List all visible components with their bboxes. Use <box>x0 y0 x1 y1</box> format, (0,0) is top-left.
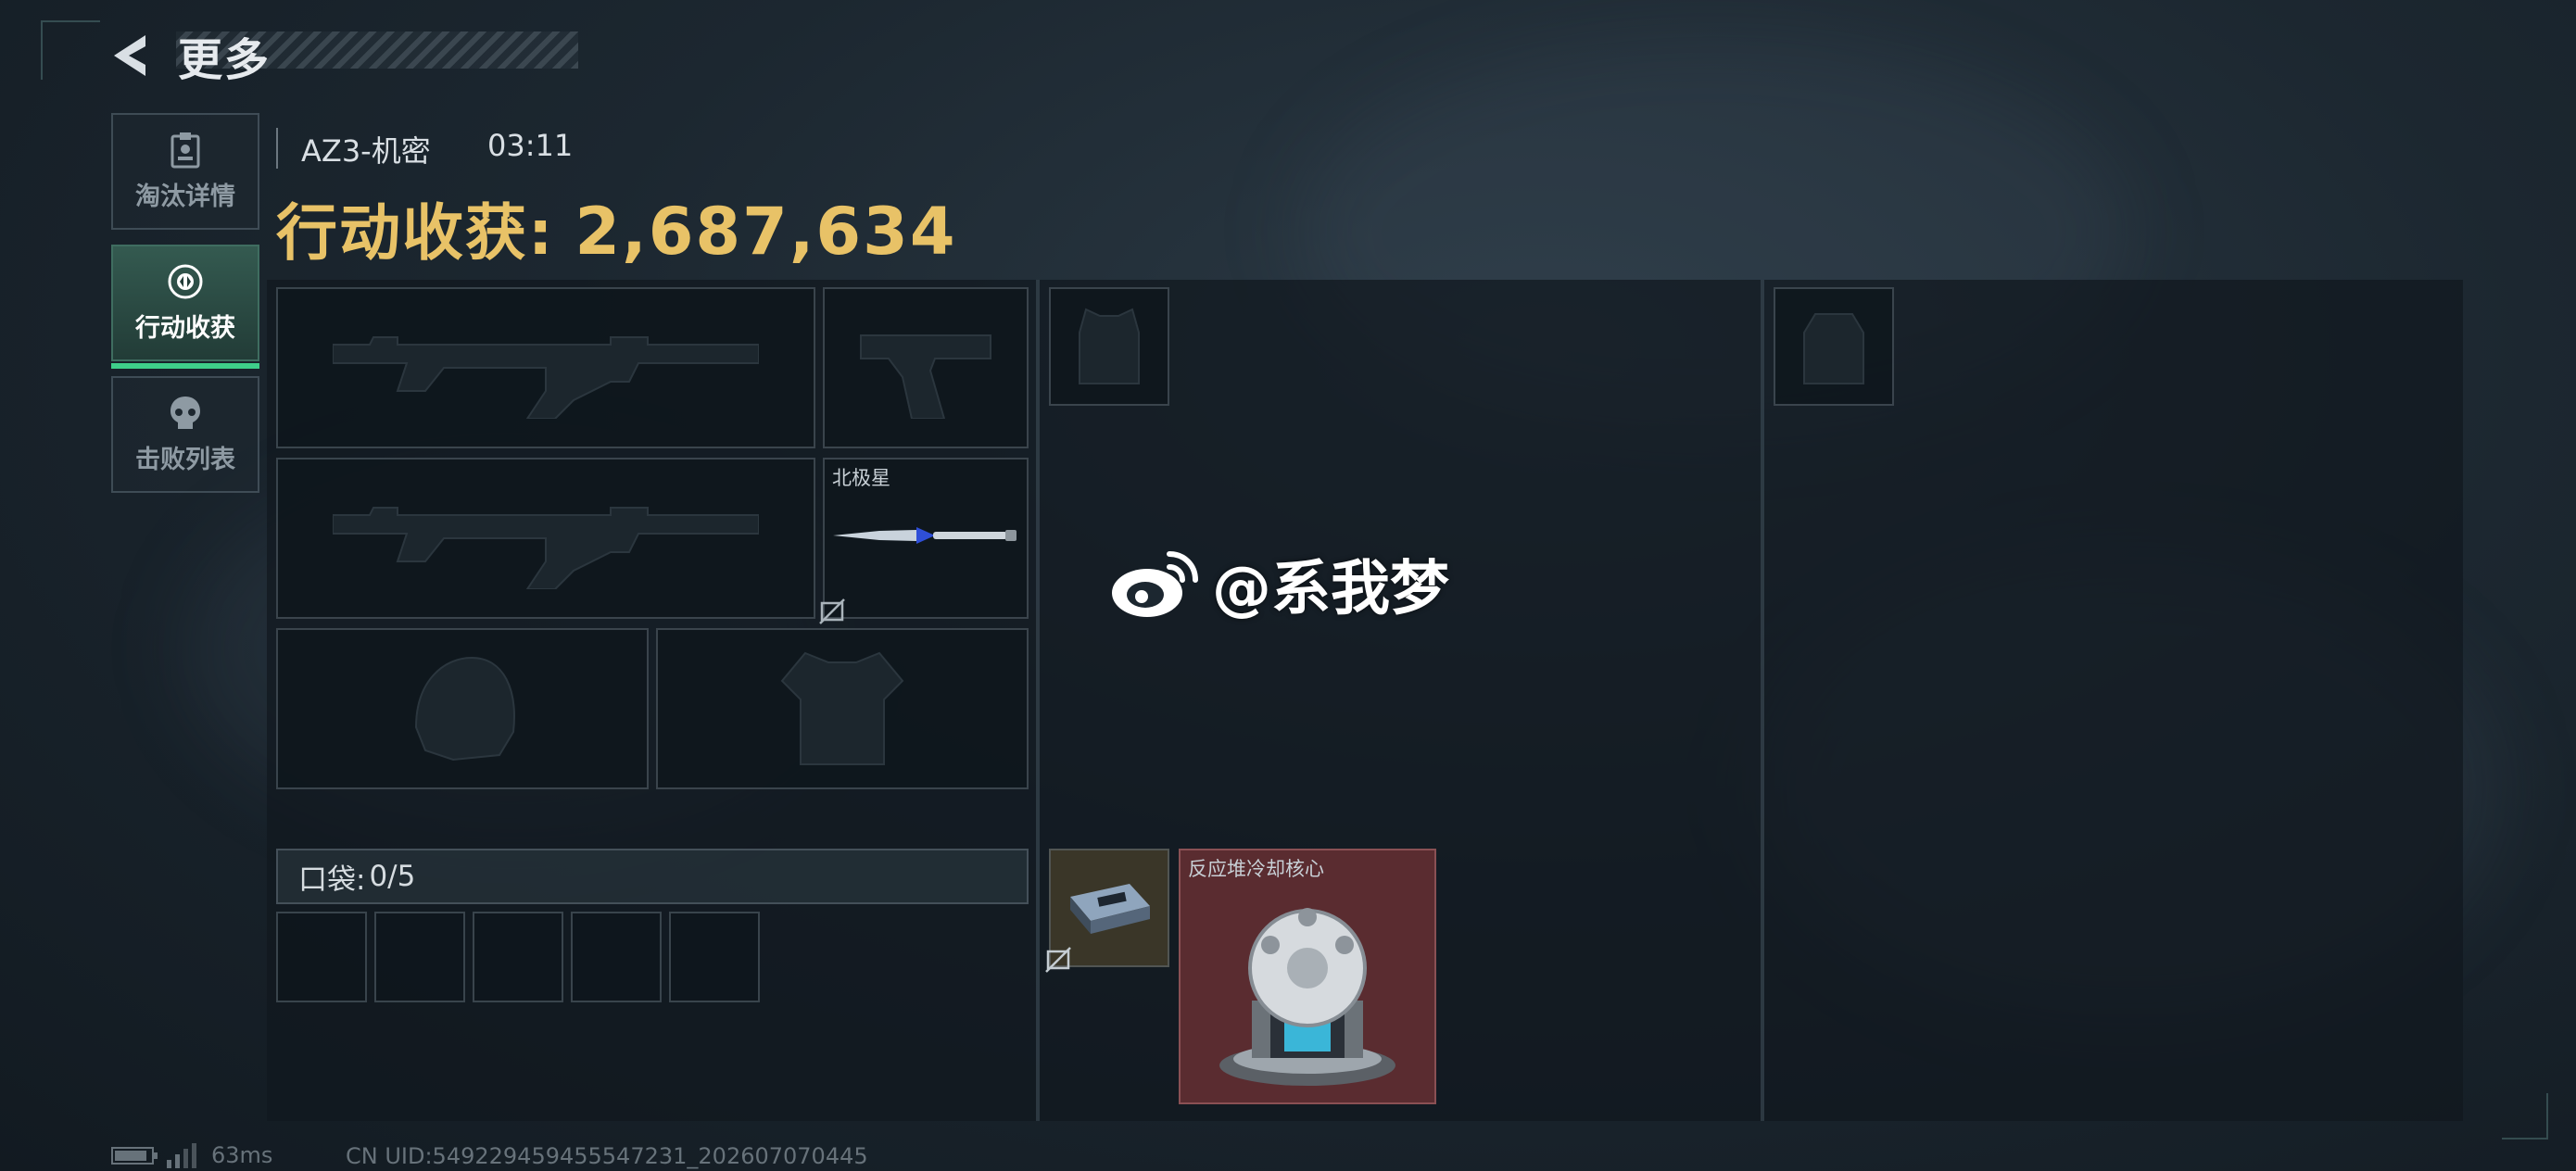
match-time: 03:11 <box>487 128 574 163</box>
backpack-slot[interactable] <box>1774 287 1894 406</box>
tab-label: 淘汰详情 <box>135 182 235 211</box>
primary-weapon-slot-2[interactable] <box>276 458 815 619</box>
pocket-slot[interactable] <box>669 912 760 1002</box>
item-name: 反应堆冷却核心 <box>1188 858 1324 880</box>
divider <box>276 128 278 169</box>
melee-slot[interactable]: 北极星 <box>819 458 1029 624</box>
active-tab-indicator <box>111 363 259 369</box>
primary-weapon-slot-1[interactable] <box>276 287 815 448</box>
assault-rifle-icon <box>333 507 759 589</box>
tab-elimination-details[interactable]: 淘汰详情 <box>111 113 259 230</box>
melee-name: 北极星 <box>832 467 890 489</box>
pocket-header: 口袋: 0/5 <box>276 849 1029 904</box>
user-uid: CN UID:5492294594555472​31_202607070445 <box>346 1143 868 1169</box>
tab-label: 击败列表 <box>135 445 235 474</box>
pocket-count: 0/5 <box>369 860 416 893</box>
chest-rig-slot[interactable] <box>1049 287 1169 406</box>
pocket-slot[interactable] <box>276 912 367 1002</box>
loot-summary: 行动收获: 2,687,634 <box>276 183 957 272</box>
loot-label: 行动收获: <box>276 197 555 269</box>
assault-rifle-icon <box>333 336 759 419</box>
item-reactor-core[interactable]: 反应堆冷却核心 <box>1179 849 1436 1104</box>
pocket-slot[interactable] <box>374 912 465 1002</box>
body-armor-slot[interactable] <box>656 628 1029 789</box>
corner-decoration <box>2502 1093 2548 1140</box>
battery-icon <box>111 1147 158 1165</box>
back-arrow-icon[interactable] <box>102 23 158 88</box>
signal-icon <box>167 1143 196 1168</box>
tab-label: 行动收获 <box>135 313 235 343</box>
watermark-text: @系我梦 <box>1212 555 1449 623</box>
skull-icon <box>170 396 200 429</box>
weibo-icon <box>1112 551 1198 617</box>
pocket-slot[interactable] <box>473 912 563 1002</box>
reactor-core-icon <box>1219 908 1395 1087</box>
page-title: 更多 <box>178 34 271 86</box>
helmet-slot[interactable] <box>276 628 649 789</box>
status-bar: 63ms <box>111 1141 272 1169</box>
body-armor-icon <box>780 651 904 765</box>
corner-decoration <box>41 20 100 80</box>
badge-icon <box>170 132 200 168</box>
knife-icon <box>833 526 1017 544</box>
ping-value: 63ms <box>211 1142 273 1168</box>
pistol-icon <box>860 334 991 419</box>
map-name: AZ3-机密 <box>301 133 431 169</box>
pocket-label: 口袋: <box>298 863 366 897</box>
item-ammo-box[interactable] <box>1045 849 1169 973</box>
pistol-slot[interactable] <box>823 287 1029 448</box>
watermark: @系我梦 <box>1108 541 1449 626</box>
tab-defeat-list[interactable]: 击败列表 <box>111 376 259 493</box>
harvest-icon <box>168 264 203 298</box>
tab-action-harvest[interactable]: 行动收获 <box>111 245 259 369</box>
ammo-box-icon <box>1070 884 1150 934</box>
pocket-slot[interactable] <box>571 912 662 1002</box>
loot-value: 2,687,634 <box>575 194 957 270</box>
chest-rig-icon <box>1079 308 1140 384</box>
column-divider <box>1761 280 1764 1121</box>
header: 更多 <box>102 20 271 91</box>
helmet-icon <box>414 656 515 762</box>
column-divider <box>1036 280 1040 1121</box>
backpack-icon <box>1803 313 1864 384</box>
